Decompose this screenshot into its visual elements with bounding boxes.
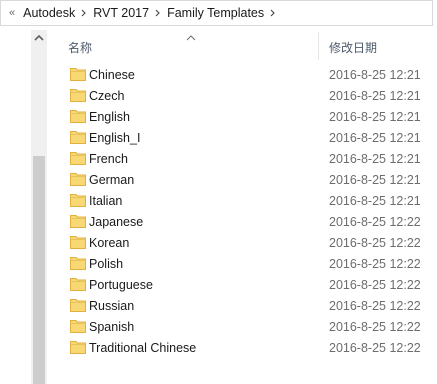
folder-icon: [70, 298, 86, 312]
item-name: Traditional Chinese: [89, 341, 197, 355]
item-name: English_I: [89, 131, 141, 145]
column-header-name[interactable]: 名称: [68, 39, 92, 56]
list-item[interactable]: Italian 2016-8-25 12:21: [48, 190, 433, 211]
folder-icon: [70, 193, 86, 207]
item-date-modified: 2016-8-25 12:21: [329, 194, 421, 208]
item-name: Korean: [89, 236, 130, 250]
item-name: German: [89, 173, 135, 187]
item-date-modified: 2016-8-25 12:21: [329, 173, 421, 187]
list-item[interactable]: English_I 2016-8-25 12:21: [48, 127, 433, 148]
chevron-right-icon[interactable]: [267, 7, 279, 19]
item-date-modified: 2016-8-25 12:22: [329, 320, 421, 334]
folder-icon: [70, 109, 86, 123]
item-name: Italian: [89, 194, 123, 208]
item-name: Spanish: [89, 320, 135, 334]
folder-icon: [70, 277, 86, 291]
scrollbar-thumb[interactable]: [33, 156, 45, 384]
folder-icon: [70, 88, 86, 102]
folder-icon: [70, 67, 86, 81]
item-date-modified: 2016-8-25 12:21: [329, 152, 421, 166]
list-item[interactable]: French 2016-8-25 12:21: [48, 148, 433, 169]
item-date-modified: 2016-8-25 12:22: [329, 236, 421, 250]
list-item[interactable]: Korean 2016-8-25 12:22: [48, 232, 433, 253]
list-item[interactable]: Portuguese 2016-8-25 12:22: [48, 274, 433, 295]
list-item[interactable]: German 2016-8-25 12:21: [48, 169, 433, 190]
item-date-modified: 2016-8-25 12:21: [329, 68, 421, 82]
folder-icon: [70, 214, 86, 228]
list-item[interactable]: Japanese 2016-8-25 12:22: [48, 211, 433, 232]
item-name: Chinese: [89, 68, 135, 82]
folder-icon: [70, 130, 86, 144]
list-item[interactable]: Russian 2016-8-25 12:22: [48, 295, 433, 316]
item-date-modified: 2016-8-25 12:21: [329, 110, 421, 124]
item-name: French: [89, 152, 128, 166]
folder-icon: [70, 172, 86, 186]
list-item[interactable]: Chinese 2016-8-25 12:21: [48, 64, 433, 85]
item-date-modified: 2016-8-25 12:21: [329, 131, 421, 145]
breadcrumb-family-templates[interactable]: Family Templates: [164, 6, 267, 20]
file-explorer-window: « Autodesk RVT 2017 Family Templates 名称 …: [0, 0, 437, 384]
chevron-right-icon[interactable]: [78, 7, 90, 19]
list-item[interactable]: Spanish 2016-8-25 12:22: [48, 316, 433, 337]
item-date-modified: 2016-8-25 12:22: [329, 299, 421, 313]
list-item[interactable]: Traditional Chinese 2016-8-25 12:22: [48, 337, 433, 358]
window-right-edge: [433, 0, 437, 384]
list-item[interactable]: Polish 2016-8-25 12:22: [48, 253, 433, 274]
breadcrumb-overflow-button[interactable]: «: [1, 7, 20, 19]
folder-icon: [70, 319, 86, 333]
item-date-modified: 2016-8-25 12:22: [329, 257, 421, 271]
list-item[interactable]: Czech 2016-8-25 12:21: [48, 85, 433, 106]
breadcrumb-rvt-2017[interactable]: RVT 2017: [90, 6, 152, 20]
item-name: Portuguese: [89, 278, 153, 292]
column-header-row: 名称 修改日期: [48, 26, 433, 60]
folder-icon: [70, 151, 86, 165]
item-name: Polish: [89, 257, 124, 271]
column-divider[interactable]: [318, 32, 319, 60]
scroll-up-arrow-icon[interactable]: [31, 30, 47, 46]
vertical-scrollbar[interactable]: [31, 30, 47, 384]
sort-ascending-icon: [186, 30, 196, 41]
column-header-date-modified[interactable]: 修改日期: [329, 39, 377, 56]
folder-icon: [70, 235, 86, 249]
item-date-modified: 2016-8-25 12:22: [329, 278, 421, 292]
item-date-modified: 2016-8-25 12:22: [329, 341, 421, 355]
item-name: English: [89, 110, 130, 124]
folder-icon: [70, 340, 86, 354]
list-item[interactable]: English 2016-8-25 12:21: [48, 106, 433, 127]
address-bar[interactable]: « Autodesk RVT 2017 Family Templates: [0, 0, 433, 26]
item-name: Russian: [89, 299, 135, 313]
item-date-modified: 2016-8-25 12:21: [329, 89, 421, 103]
file-list: Chinese 2016-8-25 12:21 Czech 2016-8-25 …: [48, 64, 433, 358]
folder-icon: [70, 256, 86, 270]
chevron-right-icon[interactable]: [152, 7, 164, 19]
breadcrumb-autodesk[interactable]: Autodesk: [20, 6, 78, 20]
item-name: Japanese: [89, 215, 144, 229]
item-name: Czech: [89, 89, 125, 103]
item-date-modified: 2016-8-25 12:22: [329, 215, 421, 229]
